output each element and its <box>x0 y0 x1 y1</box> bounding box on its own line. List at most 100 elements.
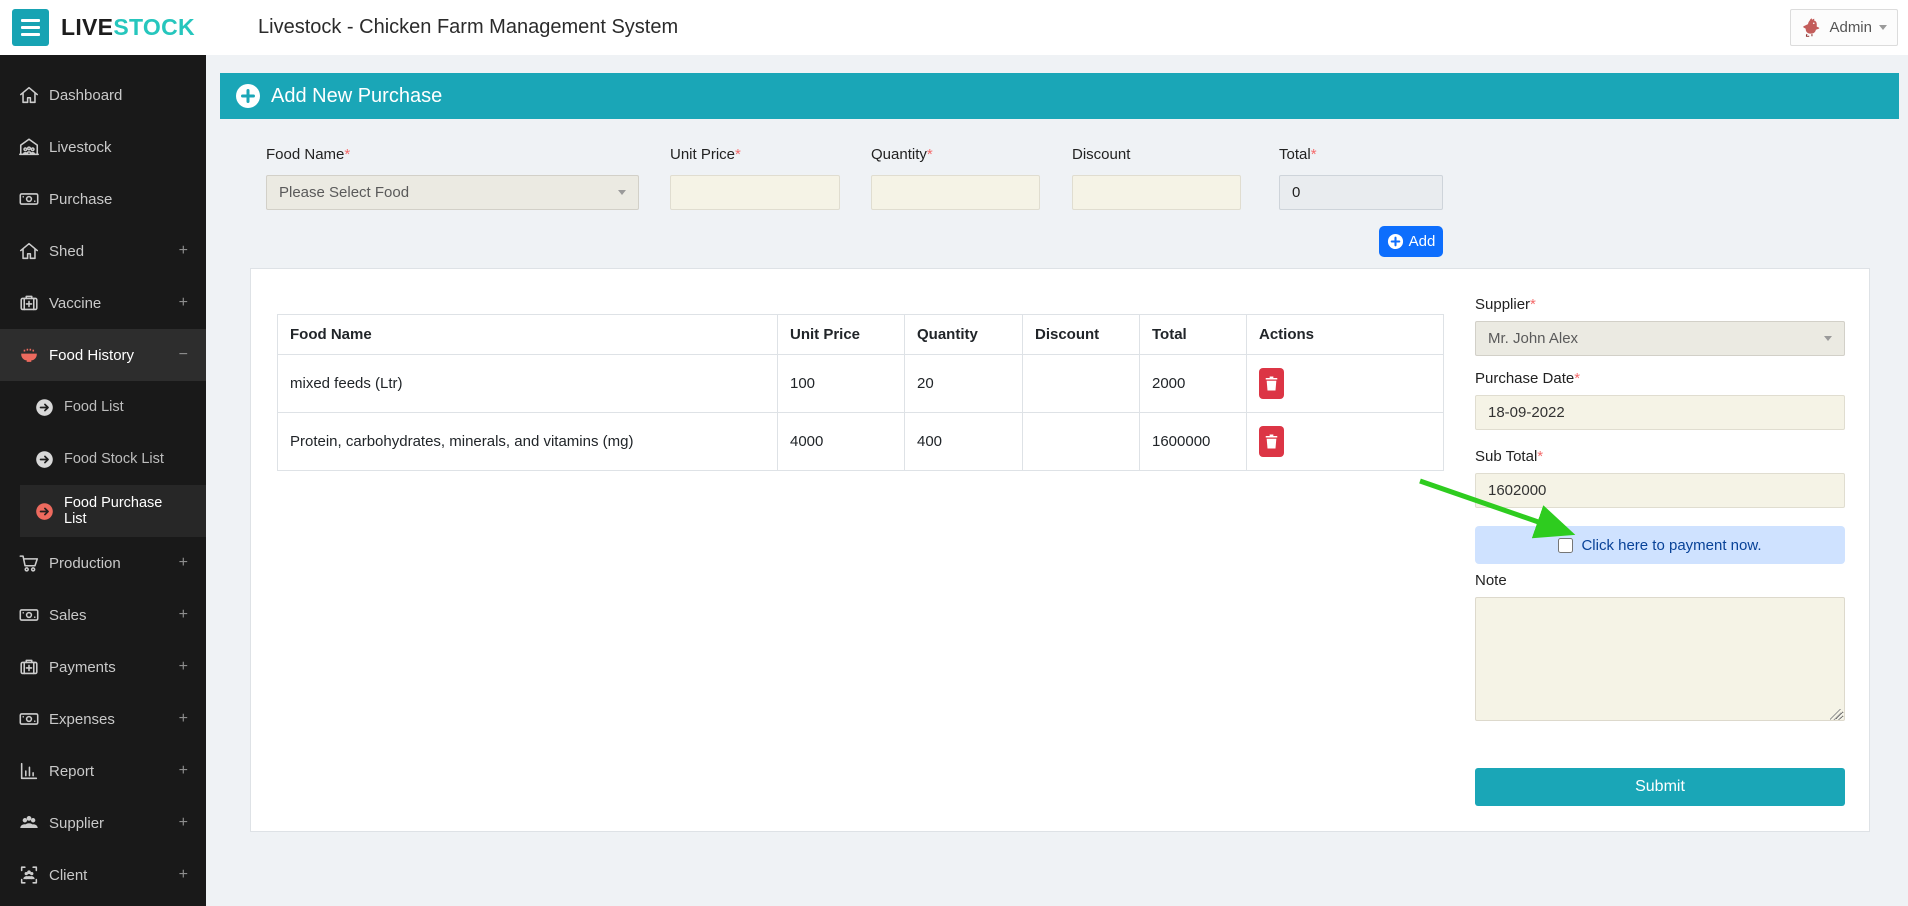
sidebar-item-label: Expenses <box>49 711 115 728</box>
barn-icon <box>18 136 40 158</box>
sidebar-item-label: Food List <box>64 399 124 415</box>
expand-plus[interactable]: + <box>179 762 188 780</box>
supplier-selected-value: Mr. John Alex <box>1488 330 1578 347</box>
col-food-name: Food Name <box>278 315 778 355</box>
plus-circle-icon <box>1387 233 1404 250</box>
add-button[interactable]: Add <box>1379 226 1443 257</box>
money-icon <box>18 708 40 730</box>
money-icon <box>18 188 40 210</box>
expand-plus[interactable]: + <box>179 606 188 624</box>
sidebar-item-livestock[interactable]: Livestock <box>0 121 206 173</box>
medkit-icon <box>18 656 40 678</box>
expand-plus[interactable]: + <box>179 658 188 676</box>
users-icon <box>18 812 40 834</box>
delete-row-button[interactable] <box>1259 426 1284 457</box>
sidebar-item-shed[interactable]: Shed + <box>0 225 206 277</box>
purchase-item-form: Food Name* Please Select Food Unit Price… <box>266 146 1899 210</box>
sub-total-input[interactable] <box>1475 473 1845 508</box>
purchase-card: Food Name Unit Price Quantity Discount T… <box>250 268 1870 832</box>
sidebar-item-expenses[interactable]: Expenses + <box>0 693 206 745</box>
arrow-circle-icon <box>34 449 55 470</box>
note-textarea[interactable] <box>1475 597 1845 721</box>
col-total: Total <box>1140 315 1247 355</box>
quantity-input[interactable] <box>871 175 1040 210</box>
items-table: Food Name Unit Price Quantity Discount T… <box>277 314 1444 471</box>
items-table-wrap: Food Name Unit Price Quantity Discount T… <box>277 314 1444 831</box>
food-name-select[interactable]: Please Select Food <box>266 175 639 210</box>
admin-menu[interactable]: Admin <box>1790 9 1898 46</box>
sidebar-item-production[interactable]: Production + <box>0 537 206 589</box>
chevron-down-icon <box>1824 336 1832 341</box>
supplier-form: Supplier* Mr. John Alex Purchase Date* S… <box>1475 296 1845 831</box>
quantity-label: Quantity* <box>871 146 1040 163</box>
sidebar-item-label: Dashboard <box>49 87 122 104</box>
sidebar-item-supplier[interactable]: Supplier + <box>0 797 206 849</box>
sidebar-item-label: Production <box>49 555 121 572</box>
payment-now-checkbox[interactable] <box>1558 538 1573 553</box>
food-name-selected-value: Please Select Food <box>279 184 409 201</box>
expand-plus[interactable]: + <box>179 710 188 728</box>
sidebar-item-label: Vaccine <box>49 295 101 312</box>
sidebar-item-client[interactable]: Client + <box>0 849 206 901</box>
expand-plus[interactable]: + <box>179 554 188 572</box>
supplier-select[interactable]: Mr. John Alex <box>1475 321 1845 356</box>
sidebar-item-label: Shed <box>49 243 84 260</box>
sub-total-label: Sub Total* <box>1475 448 1845 465</box>
expand-plus[interactable]: + <box>179 866 188 884</box>
purchase-date-input[interactable] <box>1475 395 1845 430</box>
submit-button[interactable]: Submit <box>1475 768 1845 806</box>
sidebar-item-vaccine[interactable]: Vaccine + <box>0 277 206 329</box>
sidebar-item-label: Food Stock List <box>64 451 164 467</box>
topbar: LIVESTOCK Livestock - Chicken Farm Manag… <box>0 0 1908 55</box>
unit-price-input[interactable] <box>670 175 840 210</box>
required-asterisk: * <box>1530 296 1536 313</box>
sidebar-item-label: Payments <box>49 659 116 676</box>
menu-toggle-button[interactable] <box>12 9 49 46</box>
expand-plus[interactable]: + <box>179 814 188 832</box>
sidebar-item-food-stock-list[interactable]: Food Stock List <box>0 433 206 485</box>
trash-icon <box>1265 434 1278 449</box>
sidebar-item-food-list[interactable]: Food List <box>0 381 206 433</box>
required-asterisk: * <box>927 146 933 163</box>
sidebar-item-label: Food History <box>49 347 134 364</box>
delete-row-button[interactable] <box>1259 368 1284 399</box>
expand-minus[interactable]: − <box>179 346 188 364</box>
col-unit-price: Unit Price <box>778 315 905 355</box>
arrow-circle-icon <box>34 397 55 418</box>
home-icon <box>18 84 40 106</box>
sidebar-item-label: Sales <box>49 607 87 624</box>
expand-plus[interactable]: + <box>179 242 188 260</box>
sidebar-item-label: Report <box>49 763 94 780</box>
money-icon <box>18 604 40 626</box>
bowl-icon <box>18 344 40 366</box>
chart-icon <box>18 760 40 782</box>
expand-plus[interactable]: + <box>179 294 188 312</box>
purchase-date-label: Purchase Date* <box>1475 370 1845 387</box>
trash-icon <box>1265 376 1278 391</box>
sidebar-item-sales[interactable]: Sales + <box>0 589 206 641</box>
admin-label: Admin <box>1829 19 1872 36</box>
sidebar-item-purchase[interactable]: Purchase <box>0 173 206 225</box>
sidebar-item-dashboard[interactable]: Dashboard <box>0 69 206 121</box>
required-asterisk: * <box>1537 448 1543 465</box>
required-asterisk: * <box>1574 370 1580 387</box>
sidebar-item-food-purchase-list[interactable]: Food Purchase List <box>20 485 206 537</box>
main-content: Add New Purchase Food Name* Please Selec… <box>206 55 1908 906</box>
arrow-circle-icon <box>34 501 55 522</box>
panel-header: Add New Purchase <box>220 73 1899 119</box>
sidebar-item-label: Supplier <box>49 815 104 832</box>
sidebar-item-food-history[interactable]: Food History − <box>0 329 206 381</box>
table-row: Protein, carbohydrates, minerals, and vi… <box>278 413 1444 471</box>
panel-title: Add New Purchase <box>271 85 442 108</box>
sidebar-item-label: Client <box>49 867 87 884</box>
discount-input[interactable] <box>1072 175 1241 210</box>
note-label: Note <box>1475 572 1845 589</box>
discount-label: Discount <box>1072 146 1241 163</box>
sidebar-item-report[interactable]: Report + <box>0 745 206 797</box>
home-icon <box>18 240 40 262</box>
rooster-icon <box>1801 17 1822 38</box>
chevron-down-icon <box>618 190 626 195</box>
chevron-down-icon <box>1879 25 1887 30</box>
payment-now-alert[interactable]: Click here to payment now. <box>1475 526 1845 564</box>
sidebar-item-payments[interactable]: Payments + <box>0 641 206 693</box>
